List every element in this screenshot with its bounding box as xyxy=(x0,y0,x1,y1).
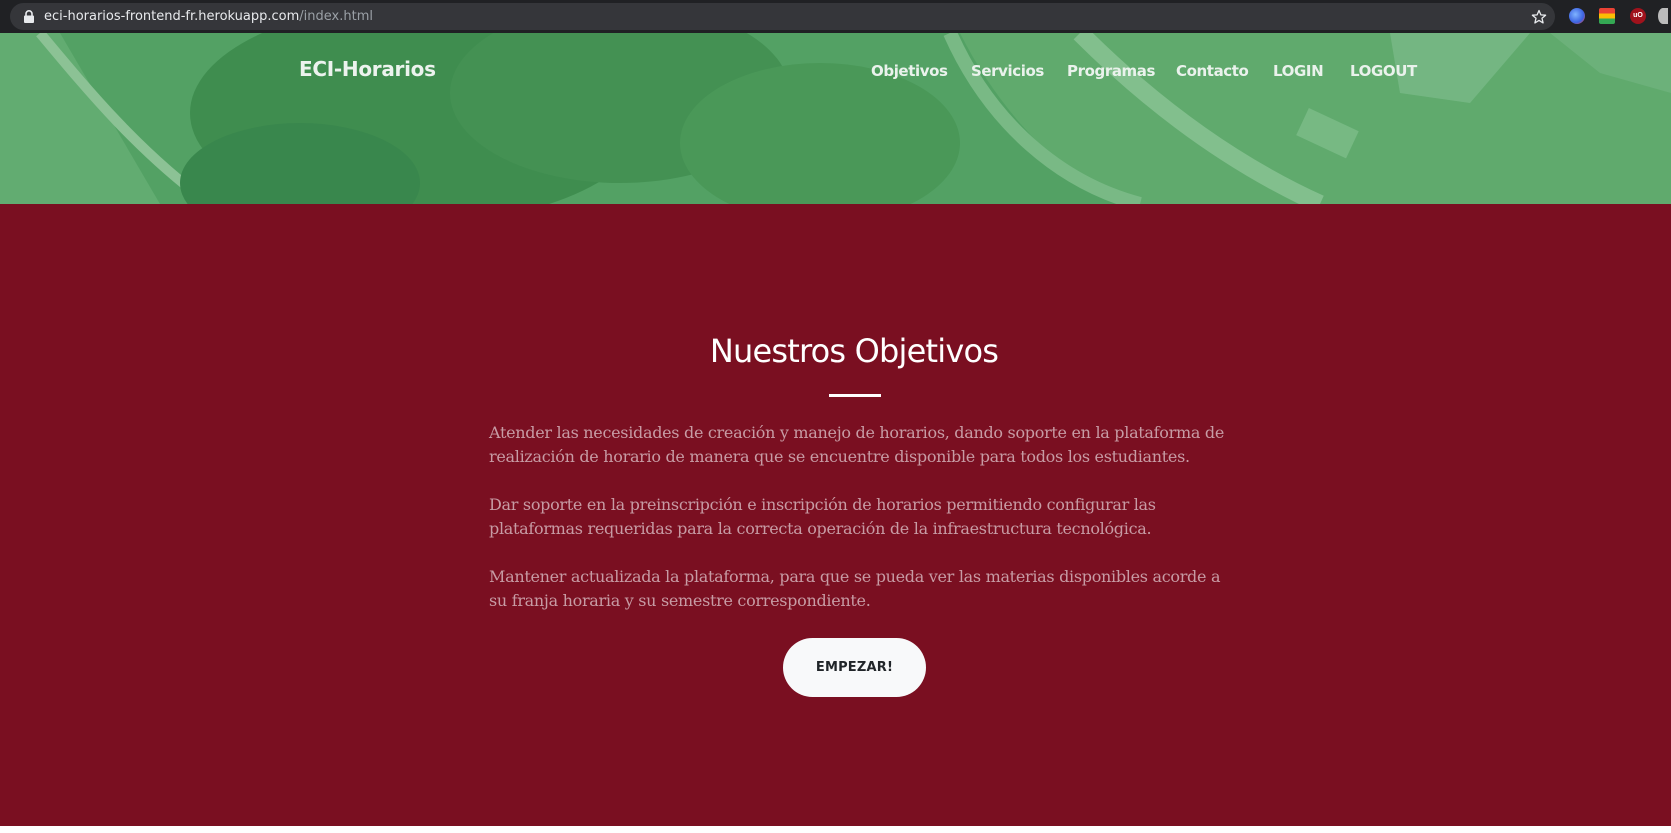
extension-partial-icon[interactable] xyxy=(1658,8,1668,24)
brand-logo[interactable]: ECI-Horarios xyxy=(299,57,436,81)
objectives-section: Nuestros Objetivos Atender las necesidad… xyxy=(0,204,1671,826)
hero-header: ECI-Horarios Objetivos Servicios Program… xyxy=(0,33,1671,204)
nav-link-servicios[interactable]: Servicios xyxy=(971,62,1044,80)
nav-link-programas[interactable]: Programas xyxy=(1067,62,1155,80)
extension-globe-icon[interactable] xyxy=(1569,8,1585,24)
lock-icon[interactable] xyxy=(23,10,35,23)
ublock-icon[interactable]: uO xyxy=(1630,8,1646,24)
extension-stack-icon[interactable] xyxy=(1599,8,1615,24)
empezar-button[interactable]: EMPEZAR! xyxy=(783,638,926,697)
url-text[interactable]: eci-horarios-frontend-fr.herokuapp.com/i… xyxy=(44,8,373,25)
url-host: eci-horarios-frontend-fr.herokuapp.com xyxy=(44,9,300,24)
hero-background-image xyxy=(0,33,1671,204)
objective-paragraph-1: Atender las necesidades de creación y ma… xyxy=(489,423,1224,466)
title-divider xyxy=(829,394,881,397)
section-title: Nuestros Objetivos xyxy=(709,332,999,370)
address-bar[interactable]: eci-horarios-frontend-fr.herokuapp.com/i… xyxy=(10,3,1555,30)
objective-paragraph-2: Dar soporte en la preinscripción e inscr… xyxy=(489,495,1156,538)
objective-paragraph-3: Mantener actualizada la plataforma, para… xyxy=(489,567,1221,610)
nav-link-objetivos[interactable]: Objetivos xyxy=(871,62,948,80)
nav-link-contacto[interactable]: Contacto xyxy=(1176,62,1249,80)
bookmark-star-icon[interactable] xyxy=(1531,9,1547,25)
url-path: /index.html xyxy=(299,9,373,24)
browser-toolbar: eci-horarios-frontend-fr.herokuapp.com/i… xyxy=(0,0,1671,33)
nav-link-login[interactable]: LOGIN xyxy=(1273,62,1324,80)
nav-link-logout[interactable]: LOGOUT xyxy=(1350,62,1417,80)
page-bottom-edge xyxy=(0,826,1671,833)
